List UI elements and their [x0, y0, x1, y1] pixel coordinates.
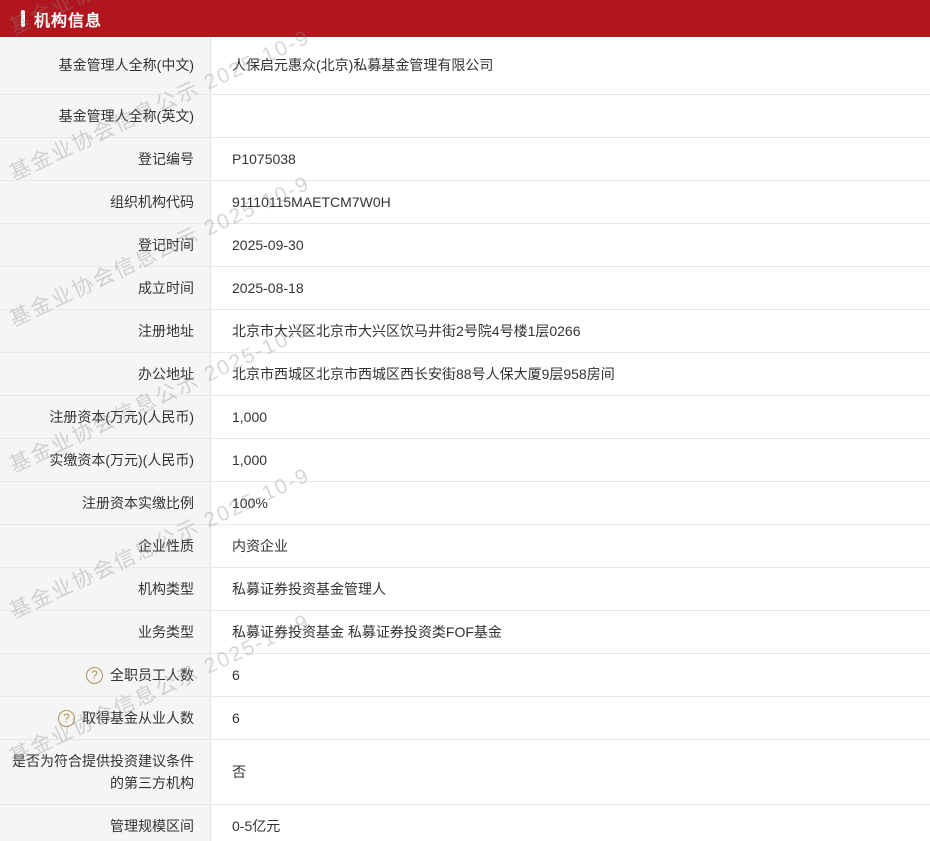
- row-label-cell: 机构类型: [0, 568, 211, 610]
- institution-info-table: 基金管理人全称(中文) 人保启元惠众(北京)私募基金管理有限公司基金管理人全称(英…: [0, 37, 930, 841]
- row-label-cell: 组织机构代码: [0, 181, 211, 223]
- row-label: 企业性质: [138, 537, 194, 554]
- row-label: 成立时间: [138, 279, 194, 296]
- row-value-cell: 1,000: [211, 439, 930, 481]
- row-label-cell: 登记编号: [0, 138, 211, 180]
- row-value-cell: 91110115MAETCM7W0H: [211, 181, 930, 223]
- table-row: 组织机构代码 91110115MAETCM7W0H: [0, 181, 930, 224]
- table-row: ? 全职员工人数 6: [0, 654, 930, 697]
- table-row: 机构类型 私募证券投资基金管理人: [0, 568, 930, 611]
- row-value-cell: 北京市西城区北京市西城区西长安街88号人保大厦9层958房间: [211, 353, 930, 395]
- row-value: 人保启元惠众(北京)私募基金管理有限公司: [232, 57, 494, 73]
- title-bar-mark: [21, 10, 25, 27]
- row-label-cell: 基金管理人全称(中文): [0, 37, 211, 94]
- row-label: 注册地址: [138, 322, 194, 339]
- question-circle-icon[interactable]: ?: [58, 709, 75, 727]
- row-value-cell: 1,000: [211, 396, 930, 438]
- table-row: 注册资本实缴比例 100%: [0, 482, 930, 525]
- row-label: 登记编号: [138, 150, 194, 167]
- table-row: 是否为符合提供投资建议条件的第三方机构 否: [0, 740, 930, 805]
- row-label-cell: 实缴资本(万元)(人民币): [0, 439, 211, 481]
- row-label: 基金管理人全称(中文): [58, 57, 194, 74]
- question-circle-icon[interactable]: ?: [86, 666, 103, 684]
- row-value: 私募证券投资基金管理人: [232, 580, 386, 597]
- row-value: 100%: [232, 494, 268, 511]
- table-row: 注册地址 北京市大兴区北京市大兴区饮马井街2号院4号楼1层0266: [0, 310, 930, 353]
- row-label-cell: 注册地址: [0, 310, 211, 352]
- row-value-cell: P1075038: [211, 138, 930, 180]
- table-row: 企业性质 内资企业: [0, 525, 930, 568]
- row-label: 是否为符合提供投资建议条件的第三方机构: [12, 752, 194, 791]
- row-value-cell: 6: [211, 654, 930, 696]
- table-row: 注册资本(万元)(人民币) 1,000: [0, 396, 930, 439]
- table-row: 登记时间 2025-09-30: [0, 224, 930, 267]
- row-value-cell: 北京市大兴区北京市大兴区饮马井街2号院4号楼1层0266: [211, 310, 930, 352]
- row-value-cell: 否: [211, 740, 930, 804]
- row-label-cell: ? 取得基金从业人数: [0, 697, 211, 739]
- row-value-cell: 内资企业: [211, 525, 930, 567]
- row-value: 6: [232, 666, 240, 683]
- row-value-cell: 人保启元惠众(北京)私募基金管理有限公司: [211, 37, 930, 94]
- institution-info-page: 机构信息 基金管理人全称(中文) 人保启元惠众(北京)私募基金管理有限公司 基金管理…: [0, 0, 930, 841]
- row-value: 2025-08-18: [232, 279, 304, 296]
- row-label: 办公地址: [138, 365, 194, 382]
- row-label: 实缴资本(万元)(人民币): [49, 451, 194, 468]
- section-header: 机构信息: [0, 0, 930, 37]
- row-label-cell: 成立时间: [0, 267, 211, 309]
- row-value-cell: 2025-08-18: [211, 267, 930, 309]
- row-label-cell: 办公地址: [0, 353, 211, 395]
- row-value: 1,000: [232, 408, 268, 425]
- row-value-cell: 6: [211, 697, 930, 739]
- row-value: 私募证券投资基金 私募证券投资类FOF基金: [232, 623, 502, 640]
- row-label-cell: 企业性质: [0, 525, 211, 567]
- row-value-cell: [211, 95, 930, 137]
- row-value-cell: 私募证券投资基金 私募证券投资类FOF基金: [211, 611, 930, 653]
- table-row: 办公地址 北京市西城区北京市西城区西长安街88号人保大厦9层958房间: [0, 353, 930, 396]
- row-label: 组织机构代码: [110, 193, 194, 210]
- row-value-cell: 100%: [211, 482, 930, 524]
- row-value: 内资企业: [232, 537, 288, 554]
- row-label-cell: 业务类型: [0, 611, 211, 653]
- row-label-cell: 基金管理人全称(英文): [0, 95, 211, 137]
- row-label-cell: 是否为符合提供投资建议条件的第三方机构: [0, 740, 211, 804]
- row-value: 北京市大兴区北京市大兴区饮马井街2号院4号楼1层0266: [232, 322, 581, 339]
- row-value: P1075038: [232, 150, 296, 167]
- row-label: 注册资本实缴比例: [82, 494, 194, 511]
- row-label: 全职员工人数: [110, 666, 194, 683]
- row-value-cell: 私募证券投资基金管理人: [211, 568, 930, 610]
- row-label-cell: 注册资本(万元)(人民币): [0, 396, 211, 438]
- row-value: 北京市西城区北京市西城区西长安街88号人保大厦9层958房间: [232, 365, 615, 382]
- table-row: 成立时间 2025-08-18: [0, 267, 930, 310]
- table-row: 基金管理人全称(英文): [0, 95, 930, 138]
- row-value: 6: [232, 709, 240, 726]
- row-value-cell: 0-5亿元: [211, 805, 930, 841]
- row-label-cell: 登记时间: [0, 224, 211, 266]
- row-value: 91110115MAETCM7W0H: [232, 193, 391, 210]
- table-row: 登记编号 P1075038: [0, 138, 930, 181]
- row-value: 否: [232, 763, 246, 780]
- row-value: 2025-09-30: [232, 236, 304, 253]
- row-label: 机构类型: [138, 580, 194, 597]
- row-value-cell: 2025-09-30: [211, 224, 930, 266]
- row-label: 登记时间: [138, 236, 194, 253]
- row-label-cell: 管理规模区间: [0, 805, 211, 841]
- row-value: 1,000: [232, 451, 268, 468]
- row-label: 取得基金从业人数: [82, 709, 194, 726]
- row-label: 基金管理人全称(英文): [58, 107, 194, 124]
- page-title: 机构信息: [34, 12, 103, 30]
- row-label: 业务类型: [138, 623, 194, 640]
- row-label-cell: ? 全职员工人数: [0, 654, 211, 696]
- row-label: 注册资本(万元)(人民币): [49, 408, 194, 425]
- table-row: 业务类型 私募证券投资基金 私募证券投资类FOF基金: [0, 611, 930, 654]
- table-row: 实缴资本(万元)(人民币) 1,000: [0, 439, 930, 482]
- row-label: 管理规模区间: [110, 817, 194, 834]
- table-row: ? 取得基金从业人数 6: [0, 697, 930, 740]
- table-row: 基金管理人全称(中文) 人保启元惠众(北京)私募基金管理有限公司: [0, 37, 930, 95]
- row-value: 0-5亿元: [232, 817, 281, 834]
- table-row: 管理规模区间 0-5亿元: [0, 805, 930, 841]
- row-label-cell: 注册资本实缴比例: [0, 482, 211, 524]
